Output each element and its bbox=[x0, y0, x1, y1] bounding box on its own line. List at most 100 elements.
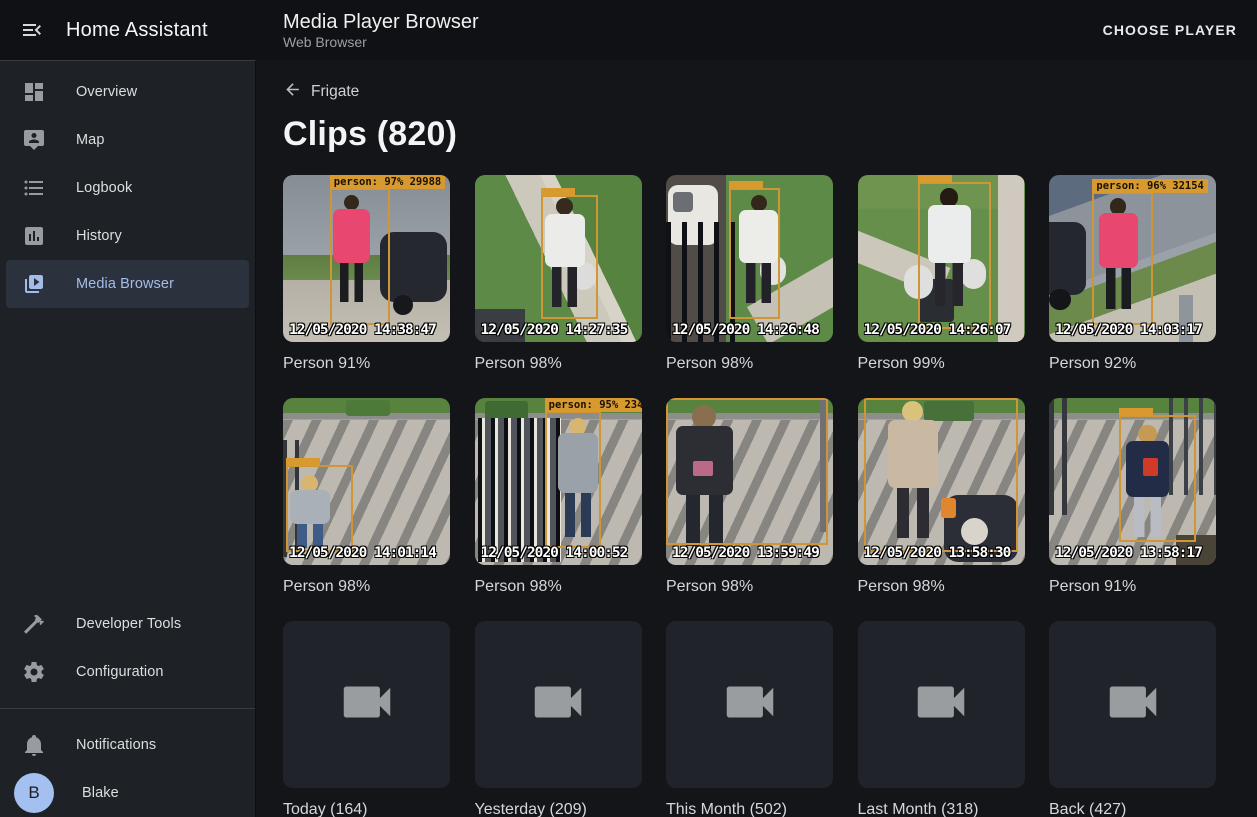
scene-shape bbox=[673, 192, 693, 212]
clip-card[interactable]: 12/05/2020 13:58:30 Person 98% bbox=[858, 398, 1025, 599]
folder-thumbnail bbox=[666, 621, 833, 788]
clip-timestamp-overlay: 12/05/2020 14:38:47 bbox=[289, 322, 436, 338]
clip-thumbnail: 12/05/2020 13:58:30 bbox=[858, 398, 1025, 565]
clip-thumbnail: person: 97% 29988 12/05/2020 14:38:47 bbox=[283, 175, 450, 342]
clip-thumbnail: 12/05/2020 13:59:49 bbox=[666, 398, 833, 565]
video-camera-icon bbox=[910, 671, 972, 738]
sidebar-spacer bbox=[0, 308, 255, 600]
detection-label-small bbox=[864, 398, 898, 399]
folder-thumbnail bbox=[283, 621, 450, 788]
sidebar-toggle-button[interactable] bbox=[20, 18, 44, 42]
chart-box-icon bbox=[22, 224, 46, 248]
breadcrumb-back-frigate[interactable]: Frigate bbox=[283, 80, 359, 104]
page-heading: Clips (820) bbox=[283, 115, 1231, 154]
detection-label-small bbox=[666, 398, 700, 399]
sidebar-item-label: Developer Tools bbox=[76, 616, 181, 632]
clip-caption: Person 98% bbox=[283, 575, 450, 599]
choose-player-button[interactable]: CHOOSE PLAYER bbox=[1103, 22, 1237, 38]
play-box-multiple-icon bbox=[22, 272, 46, 296]
app-title: Home Assistant bbox=[66, 19, 208, 42]
sidebar-tool-items: Developer Tools Configuration bbox=[0, 600, 255, 696]
clip-card[interactable]: 12/05/2020 14:26:48 Person 98% bbox=[666, 175, 833, 376]
sidebar-item-history[interactable]: History bbox=[6, 212, 249, 260]
detection-label-small bbox=[1119, 408, 1153, 416]
folder-thumbnail bbox=[1049, 621, 1216, 788]
sidebar-divider bbox=[0, 708, 255, 709]
sidebar-item-notifications[interactable]: Notifications bbox=[6, 721, 249, 769]
scene-shape bbox=[1049, 289, 1071, 311]
clip-card[interactable]: 12/05/2020 13:58:17 Person 91% bbox=[1049, 398, 1216, 599]
detection-label-small bbox=[286, 458, 320, 466]
clip-timestamp-overlay: 12/05/2020 14:26:48 bbox=[672, 322, 819, 338]
video-camera-icon bbox=[527, 671, 589, 738]
clip-thumbnail: 12/05/2020 14:01:14 bbox=[283, 398, 450, 565]
hammer-icon bbox=[22, 612, 46, 636]
detection-bounding-box: person: 97% 29988 bbox=[330, 188, 390, 325]
folder-card-last-month-318-[interactable]: Last Month (318) bbox=[858, 621, 1025, 817]
sidebar-item-media-browser[interactable]: Media Browser bbox=[6, 260, 249, 308]
clip-caption: Person 92% bbox=[1049, 352, 1216, 376]
detection-label-small bbox=[729, 181, 763, 189]
folder-card-back-427-[interactable]: Back (427) bbox=[1049, 621, 1216, 817]
folder-caption: Today (164) bbox=[283, 798, 450, 817]
clip-timestamp-overlay: 12/05/2020 14:01:14 bbox=[289, 545, 436, 561]
clip-timestamp-overlay: 12/05/2020 14:03:17 bbox=[1055, 322, 1202, 338]
sidebar-item-label: Notifications bbox=[76, 737, 156, 753]
video-camera-icon bbox=[719, 671, 781, 738]
media-browser-content: Frigate Clips (820) person: 97% 29988 12… bbox=[256, 60, 1257, 817]
breadcrumb-label: Frigate bbox=[311, 83, 359, 101]
sidebar-item-user[interactable]: B Blake bbox=[6, 769, 249, 817]
folder-card-today-164-[interactable]: Today (164) bbox=[283, 621, 450, 817]
sidebar-item-overview[interactable]: Overview bbox=[6, 68, 249, 116]
clip-caption: Person 98% bbox=[666, 575, 833, 599]
detection-bounding-box: person: 96% 32154 bbox=[1092, 192, 1152, 326]
clip-card[interactable]: 12/05/2020 14:27:35 Person 98% bbox=[475, 175, 642, 376]
sidebar-item-label: Media Browser bbox=[76, 276, 174, 292]
list-bulleted-icon bbox=[22, 176, 46, 200]
clip-thumbnail: person: 96% 32154 12/05/2020 14:03:17 bbox=[1049, 175, 1216, 342]
folder-caption: This Month (502) bbox=[666, 798, 833, 817]
clip-caption: Person 99% bbox=[858, 352, 1025, 376]
scene-shape bbox=[998, 175, 1025, 342]
clip-caption: Person 98% bbox=[475, 352, 642, 376]
detection-bounding-box bbox=[729, 188, 779, 318]
sidebar-item-configuration[interactable]: Configuration bbox=[6, 648, 249, 696]
clip-caption: Person 98% bbox=[858, 575, 1025, 599]
sidebar-item-label: Logbook bbox=[76, 180, 132, 196]
detection-bounding-box: person: 95% 23432 bbox=[545, 411, 602, 548]
clip-caption: Person 98% bbox=[666, 352, 833, 376]
clip-thumbnail: 12/05/2020 14:26:48 bbox=[666, 175, 833, 342]
clip-card[interactable]: person: 97% 29988 12/05/2020 14:38:47 Pe… bbox=[283, 175, 450, 376]
body-row: Overview Map Logbook History Media Brows… bbox=[0, 60, 1257, 817]
detection-bounding-box bbox=[541, 195, 598, 319]
dashboard-icon bbox=[22, 80, 46, 104]
video-camera-icon bbox=[1102, 671, 1164, 738]
app-bar: Home Assistant Media Player Browser Web … bbox=[0, 0, 1257, 60]
media-grid: person: 97% 29988 12/05/2020 14:38:47 Pe… bbox=[283, 175, 1231, 817]
clip-card[interactable]: 12/05/2020 13:59:49 Person 98% bbox=[666, 398, 833, 599]
folder-card-this-month-502-[interactable]: This Month (502) bbox=[666, 621, 833, 817]
folder-caption: Yesterday (209) bbox=[475, 798, 642, 817]
sidebar-item-logbook[interactable]: Logbook bbox=[6, 164, 249, 212]
clip-caption: Person 91% bbox=[283, 352, 450, 376]
sidebar-item-developer-tools[interactable]: Developer Tools bbox=[6, 600, 249, 648]
clip-timestamp-overlay: 12/05/2020 13:58:17 bbox=[1055, 545, 1202, 561]
clip-card[interactable]: 12/05/2020 14:26:07 Person 99% bbox=[858, 175, 1025, 376]
sidebar-nav-items: Overview Map Logbook History Media Brows… bbox=[0, 68, 255, 308]
detection-label-small bbox=[918, 175, 952, 183]
sidebar: Overview Map Logbook History Media Brows… bbox=[0, 60, 256, 817]
app-bar-left: Home Assistant bbox=[0, 18, 256, 42]
clip-card[interactable]: person: 96% 32154 12/05/2020 14:03:17 Pe… bbox=[1049, 175, 1216, 376]
clip-thumbnail: person: 95% 23432 12/05/2020 14:00:52 bbox=[475, 398, 642, 565]
sidebar-item-map[interactable]: Map bbox=[6, 116, 249, 164]
clip-card[interactable]: 12/05/2020 14:01:14 Person 98% bbox=[283, 398, 450, 599]
page-subtitle: Web Browser bbox=[283, 34, 1103, 51]
clip-timestamp-overlay: 12/05/2020 13:58:30 bbox=[864, 545, 1011, 561]
folder-card-yesterday-209-[interactable]: Yesterday (209) bbox=[475, 621, 642, 817]
clip-card[interactable]: person: 95% 23432 12/05/2020 14:00:52 Pe… bbox=[475, 398, 642, 599]
scene-shape bbox=[380, 232, 447, 302]
detection-label-small bbox=[541, 188, 575, 196]
clip-thumbnail: 12/05/2020 14:27:35 bbox=[475, 175, 642, 342]
detection-bounding-box bbox=[918, 182, 991, 329]
app-bar-title-block: Media Player Browser Web Browser bbox=[256, 10, 1103, 51]
